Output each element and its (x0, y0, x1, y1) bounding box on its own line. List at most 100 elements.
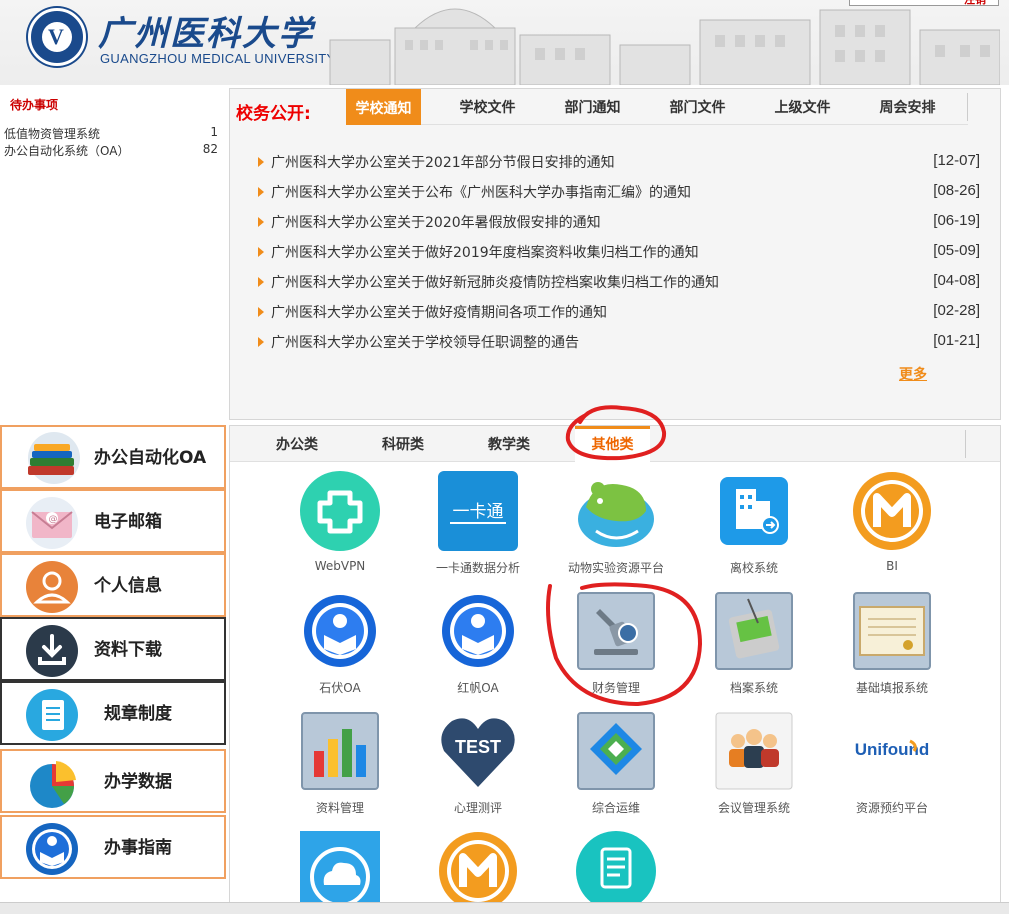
todo-item-count: 82 (202, 142, 218, 156)
logout-label: 注销 (964, 0, 986, 7)
header-banner: 广州医科大学 GUANGZHOU MEDICAL UNIVERSITY (0, 0, 1009, 85)
news-item[interactable]: 广州医科大学办公室关于做好新冠肺炎疫情防控档案收集归档工作的通知 [04-08] (258, 272, 980, 292)
pda-icon (715, 592, 793, 670)
tab-other-apps[interactable]: 其他类 (575, 426, 650, 462)
app-basic-report[interactable]: 基础填报系统 (832, 591, 952, 703)
bottom-scrollbar (0, 902, 1009, 914)
todo-item[interactable]: 低值物资管理系统 1 (4, 125, 218, 141)
app-name: 动物实验资源平台 (567, 561, 664, 575)
app-shifu-oa[interactable]: 石伏OA (280, 591, 400, 703)
svg-text:@: @ (49, 515, 58, 525)
oa-reader-icon (442, 595, 514, 667)
bullet-arrow-icon (258, 157, 264, 167)
app-name: 基础填报系统 (855, 681, 928, 695)
tabbar-divider (967, 93, 968, 121)
university-name-en: GUANGZHOU MEDICAL UNIVERSITY (100, 51, 336, 66)
app-bi[interactable]: BI (832, 471, 952, 583)
app-resource-booking[interactable]: Unifound 资源预约平台 (832, 711, 952, 823)
announcements-tabbar: 学校通知 学校文件 部门通知 部门文件 上级文件 周会安排 (346, 89, 968, 125)
guide-book-icon (26, 823, 78, 875)
todo-panel: 待办事项 低值物资管理系统 1 办公自动化系统（OA） 82 (0, 88, 226, 420)
news-item-date: [04-08] (933, 272, 980, 289)
announcements-title: 校务公开: (236, 104, 311, 124)
todo-item[interactable]: 办公自动化系统（OA） 82 (4, 142, 218, 158)
app-operations[interactable]: 综合运维 (556, 711, 676, 823)
news-item-date: [08-26] (933, 182, 980, 199)
app-leaving-system[interactable]: 离校系统 (694, 471, 814, 583)
app-name: 资源预约平台 (855, 801, 928, 815)
logout-button[interactable]: 注销 (849, 0, 999, 6)
tab-office-apps[interactable]: 办公类 (262, 426, 332, 462)
personal-info-button[interactable]: 个人信息 (0, 553, 226, 617)
downloads-button[interactable]: 资料下载 (0, 617, 226, 681)
tab-school-documents[interactable]: 学校文件 (450, 89, 525, 125)
app-archives[interactable]: 档案系统 (694, 591, 814, 703)
announcements-panel: 校务公开: 学校通知 学校文件 部门通知 部门文件 上级文件 周会安排 广州医科… (229, 88, 1001, 420)
office-automation-button[interactable]: 办公自动化OA (0, 425, 226, 489)
regulations-label: 规章制度 (104, 704, 172, 724)
page-root: 广州医科大学 GUANGZHOU MEDICAL UNIVERSITY (0, 0, 1009, 914)
news-item-date: [12-07] (933, 152, 980, 169)
news-item[interactable]: 广州医科大学办公室关于2020年暑假放假安排的通知 [06-19] (258, 212, 980, 232)
card-icon: 一卡通 (438, 471, 518, 551)
app-name: 资料管理 (315, 801, 364, 815)
app-name: 石伏OA (319, 681, 361, 695)
tab-superior-documents[interactable]: 上级文件 (765, 89, 840, 125)
app-webvpn[interactable]: WebVPN (280, 471, 400, 583)
todo-title: 待办事项 (10, 98, 59, 112)
app-name: BI (886, 559, 898, 573)
app-finance[interactable]: 财务管理 (556, 591, 676, 703)
meeting-icon (715, 712, 793, 790)
tab-teaching-apps[interactable]: 教学类 (474, 426, 544, 462)
unifound-logo-icon: Unifound (852, 711, 932, 791)
tab-research-apps[interactable]: 科研类 (368, 426, 438, 462)
app-name: 一卡通数据分析 (435, 561, 520, 575)
bullet-arrow-icon (258, 277, 264, 287)
heart-tile-text: TEST (455, 737, 501, 757)
guide-button[interactable]: 办事指南 (0, 815, 226, 879)
tab-school-notices[interactable]: 学校通知 (346, 89, 421, 125)
bullet-arrow-icon (258, 337, 264, 347)
regulations-button[interactable]: 规章制度 (0, 681, 226, 745)
m-logo-icon (439, 832, 517, 910)
office-automation-label: 办公自动化OA (94, 448, 207, 468)
tab-weekly-meetings[interactable]: 周会安排 (870, 89, 945, 125)
maintenance-icon (577, 712, 655, 790)
personal-info-label: 个人信息 (94, 576, 162, 596)
app-meeting[interactable]: 会议管理系统 (694, 711, 814, 823)
app-materials[interactable]: 资料管理 (280, 711, 400, 823)
news-item[interactable]: 广州医科大学办公室关于做好2019年度档案资料收集归档工作的通知 [05-09] (258, 242, 980, 262)
webvpn-icon (300, 471, 380, 551)
bullet-arrow-icon (258, 217, 264, 227)
app-name: WebVPN (314, 559, 366, 573)
app-name: 财务管理 (591, 681, 640, 695)
todo-item-label: 办公自动化系统（OA） (4, 144, 130, 158)
news-item[interactable]: 广州医科大学办公室关于2021年部分节假日安排的通知 [12-07] (258, 152, 980, 172)
more-link[interactable]: 更多 (899, 364, 927, 384)
news-item[interactable]: 广州医科大学办公室关于做好疫情期间各项工作的通知 [02-28] (258, 302, 980, 322)
person-icon (26, 561, 78, 613)
bar-chart-icon (301, 712, 379, 790)
news-item-title: 广州医科大学办公室关于做好新冠肺炎疫情防控档案收集归档工作的通知 (271, 275, 719, 291)
guide-label: 办事指南 (104, 838, 172, 858)
news-item-date: [01-21] (933, 332, 980, 349)
news-item-title: 广州医科大学办公室关于2020年暑假放假安排的通知 (271, 215, 601, 231)
app-hongfan-oa[interactable]: 红帆OA (418, 591, 538, 703)
microscope-icon (577, 592, 655, 670)
apps-tabbar: 办公类 科研类 教学类 其他类 (230, 426, 1000, 462)
app-animal-lab[interactable]: 动物实验资源平台 (556, 471, 676, 583)
news-item-title: 广州医科大学办公室关于学校领导任职调整的通告 (271, 335, 579, 351)
app-psych-test[interactable]: TEST 心理测评 (418, 711, 538, 823)
app-card-analysis[interactable]: 一卡通 一卡通数据分析 (418, 471, 538, 583)
tab-department-notices[interactable]: 部门通知 (555, 89, 630, 125)
email-button[interactable]: @ 电子邮箱 (0, 489, 226, 553)
app-name: 会议管理系统 (717, 801, 790, 815)
app-name: 档案系统 (729, 681, 778, 695)
todo-item-label: 低值物资管理系统 (4, 127, 101, 141)
campus-buildings-image (329, 8, 1000, 85)
news-item[interactable]: 广州医科大学办公室关于公布《广州医科大学办事指南汇编》的通知 [08-26] (258, 182, 980, 202)
tab-department-documents[interactable]: 部门文件 (660, 89, 735, 125)
app-name: 红帆OA (457, 681, 499, 695)
news-item[interactable]: 广州医科大学办公室关于学校领导任职调整的通告 [01-21] (258, 332, 980, 352)
school-data-button[interactable]: 办学数据 (0, 749, 226, 813)
